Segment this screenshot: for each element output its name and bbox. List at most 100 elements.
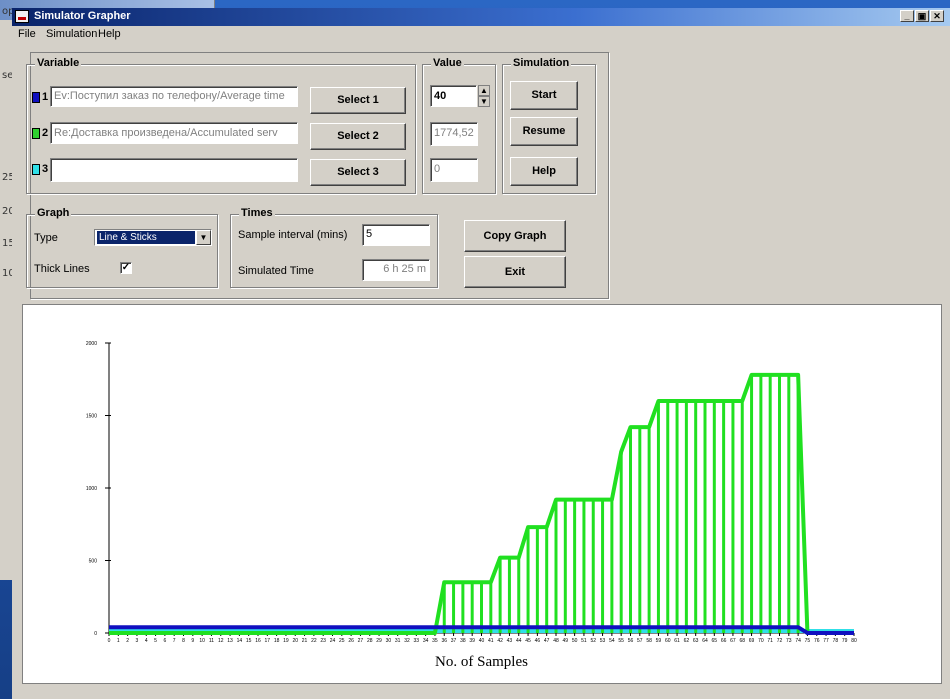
x-tick-label: 76 — [814, 638, 820, 644]
sample-interval-label: Sample interval (mins) — [238, 229, 348, 241]
minimize-button[interactable]: _ — [900, 10, 914, 22]
value-1-spinner[interactable]: ▲ ▼ — [478, 85, 490, 107]
maximize-button[interactable]: ▣ — [915, 10, 929, 22]
x-tick-label: 52 — [590, 638, 596, 644]
value-3-field: 0 — [430, 158, 478, 182]
graph-panel: 0 500 1000 1500 2000 0 1 2 3 4 5 6 7 8 9 10 11 12 13 14 15 16… — [22, 304, 942, 684]
variable-3-color-swatch — [32, 164, 40, 175]
variable-1-field[interactable]: Ev:Поступил заказ по телефону/Average ti… — [50, 86, 298, 107]
help-button[interactable]: Help — [510, 157, 578, 186]
simulation-group-title: Simulation — [511, 57, 572, 69]
x-tick-label: 26 — [348, 638, 354, 644]
close-icon: ✕ — [933, 11, 941, 21]
variable-3-field[interactable] — [50, 158, 298, 182]
x-tick-label: 5 — [154, 638, 157, 644]
variable-2-field[interactable]: Re:Доставка произведена/Accumulated serv — [50, 122, 298, 144]
y-tick-label: 2000 — [86, 341, 97, 347]
x-tick-label: 34 — [423, 638, 429, 644]
menu-simulation[interactable]: Simulation — [46, 28, 97, 40]
x-tick-label: 73 — [786, 638, 792, 644]
x-tick-label: 62 — [684, 638, 690, 644]
select-2-button[interactable]: Select 2 — [310, 123, 406, 150]
x-tick-label: 17 — [265, 638, 271, 644]
minimize-icon: _ — [904, 11, 910, 21]
x-tick-label: 12 — [218, 638, 224, 644]
x-tick-label: 22 — [311, 638, 317, 644]
x-tick-label: 37 — [451, 638, 457, 644]
x-tick-label: 69 — [749, 638, 755, 644]
x-tick-label: 72 — [777, 638, 783, 644]
x-tick-label: 40 — [479, 638, 485, 644]
copy-graph-button[interactable]: Copy Graph — [464, 220, 566, 252]
variable-2-number: 2 — [42, 127, 49, 139]
x-tick-label: 70 — [758, 638, 764, 644]
x-tick-label: 65 — [712, 638, 718, 644]
x-tick-label: 59 — [656, 638, 662, 644]
x-tick-label: 41 — [488, 638, 494, 644]
spinner-down-icon[interactable]: ▼ — [478, 96, 490, 107]
sample-interval-input[interactable]: 5 — [362, 224, 430, 246]
graph-type-select[interactable]: Line & Sticks ▼ — [94, 229, 212, 246]
x-tick-label: 27 — [358, 638, 364, 644]
x-tick-label: 29 — [376, 638, 382, 644]
samples-chart: 05001000150020000 1 2 3 4 5 6 7 8 9 10 11 12 13 14 15 16… — [86, 341, 857, 670]
x-tick-label: 80 — [851, 638, 857, 644]
select-3-button[interactable]: Select 3 — [310, 159, 406, 186]
value-1-spinbox[interactable]: 40 — [430, 85, 477, 107]
x-tick-label: 66 — [721, 638, 727, 644]
y-tick-label: 500 — [89, 559, 98, 565]
select-2-label: Select 2 — [337, 130, 379, 142]
x-tick-label: 9 — [191, 638, 194, 644]
thick-lines-label: Thick Lines — [34, 263, 90, 275]
x-tick-label: 42 — [497, 638, 503, 644]
x-tick-label: 51 — [581, 638, 587, 644]
x-tick-label: 7 — [173, 638, 176, 644]
x-tick-label: 33 — [414, 638, 420, 644]
x-tick-label: 31 — [395, 638, 401, 644]
resume-button[interactable]: Resume — [510, 117, 578, 146]
resume-label: Resume — [522, 125, 566, 137]
x-tick-label: 23 — [320, 638, 326, 644]
x-tick-label: 77 — [823, 638, 829, 644]
window-titlebar[interactable]: Simulator Grapher _ ▣ ✕ — [12, 8, 950, 26]
x-tick-label: 16 — [255, 638, 261, 644]
window-title: Simulator Grapher — [34, 10, 131, 22]
x-tick-label: 43 — [507, 638, 513, 644]
select-1-label: Select 1 — [337, 94, 379, 106]
select-1-button[interactable]: Select 1 — [310, 87, 406, 114]
x-tick-label: 18 — [274, 638, 280, 644]
x-tick-label: 68 — [739, 638, 745, 644]
y-tick-label: 1000 — [86, 486, 97, 492]
x-tick-label: 35 — [432, 638, 438, 644]
x-tick-label: 75 — [805, 638, 811, 644]
type-label: Type — [34, 232, 58, 244]
x-tick-label: 57 — [637, 638, 643, 644]
menu-help[interactable]: Help — [98, 28, 121, 40]
variable-group-title: Variable — [35, 57, 82, 69]
x-tick-label: 30 — [386, 638, 392, 644]
menu-file[interactable]: File — [18, 28, 36, 40]
close-button[interactable]: ✕ — [930, 10, 944, 22]
x-tick-label: 61 — [674, 638, 680, 644]
spinner-up-icon[interactable]: ▲ — [478, 85, 490, 96]
x-tick-label: 8 — [182, 638, 185, 644]
x-tick-label: 13 — [227, 638, 233, 644]
x-tick-label: 55 — [618, 638, 624, 644]
graph-group-title: Graph — [35, 207, 72, 219]
x-tick-label: 48 — [553, 638, 559, 644]
x-tick-label: 46 — [535, 638, 541, 644]
x-tick-label: 67 — [730, 638, 736, 644]
x-axis-title: No. of Samples — [435, 654, 528, 670]
thick-lines-checkbox[interactable]: ✓ — [120, 262, 132, 274]
x-tick-label: 3 — [136, 638, 139, 644]
help-label: Help — [532, 165, 556, 177]
chevron-down-icon[interactable]: ▼ — [196, 230, 211, 245]
x-tick-label: 6 — [163, 638, 166, 644]
exit-button[interactable]: Exit — [464, 256, 566, 288]
x-tick-label: 49 — [563, 638, 569, 644]
start-button[interactable]: Start — [510, 81, 578, 110]
variable-3-number: 3 — [42, 163, 49, 175]
x-tick-label: 21 — [302, 638, 308, 644]
x-tick-label: 58 — [646, 638, 652, 644]
x-tick-label: 53 — [600, 638, 606, 644]
